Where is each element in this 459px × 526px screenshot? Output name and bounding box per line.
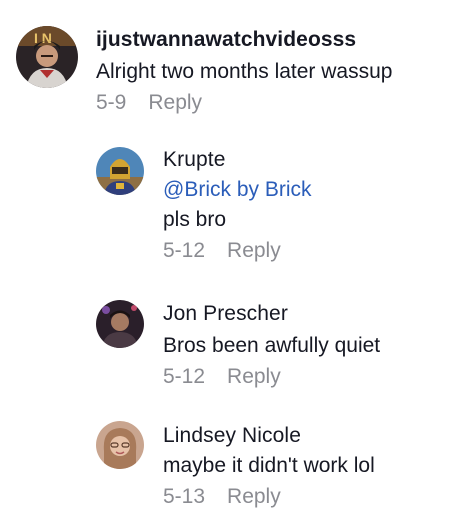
- reply-item: Krupte @Brick by Brick pls bro 5-12 Reply: [0, 142, 459, 272]
- reply-item: Lindsey Nicole maybe it didn't work lol …: [0, 419, 459, 519]
- comment-meta: 5-9 Reply: [96, 89, 459, 117]
- reply-item: Jon Prescher Bros been awfully quiet 5-1…: [0, 298, 459, 398]
- avatar[interactable]: [96, 147, 144, 195]
- reply-meta: 5-12 Reply: [163, 237, 459, 265]
- comment-date: 5-9: [96, 91, 127, 114]
- reply-username[interactable]: Krupte: [163, 147, 459, 173]
- svg-text:I N: I N: [34, 30, 52, 46]
- reply-meta: 5-12 Reply: [163, 363, 459, 391]
- reply-button[interactable]: Reply: [227, 483, 281, 511]
- reply-mention-link[interactable]: @Brick by Brick: [163, 176, 459, 204]
- reply-username[interactable]: Lindsey Nicole: [163, 423, 459, 449]
- reply-button[interactable]: Reply: [148, 89, 202, 117]
- reply-date: 5-12: [163, 365, 206, 388]
- avatar[interactable]: [96, 421, 144, 469]
- reply-date: 5-12: [163, 239, 206, 262]
- reply-meta: 5-13 Reply: [163, 483, 459, 511]
- reply-username[interactable]: Jon Prescher: [163, 301, 459, 327]
- comment-username[interactable]: ijustwannawatchvideosss: [96, 27, 459, 53]
- avatar[interactable]: I N: [16, 26, 78, 88]
- reply-text: pls bro: [163, 208, 227, 231]
- reply-button[interactable]: Reply: [227, 363, 281, 391]
- reply-button[interactable]: Reply: [227, 237, 281, 265]
- comment-item: I N ijustwannawatchvideosss Alright two …: [0, 22, 459, 122]
- reply-date: 5-13: [163, 485, 206, 508]
- reply-text: maybe it didn't work lol: [163, 454, 375, 477]
- avatar[interactable]: [96, 300, 144, 348]
- comment-text: Alright two months later wassup: [96, 60, 393, 83]
- reply-text: Bros been awfully quiet: [163, 334, 381, 357]
